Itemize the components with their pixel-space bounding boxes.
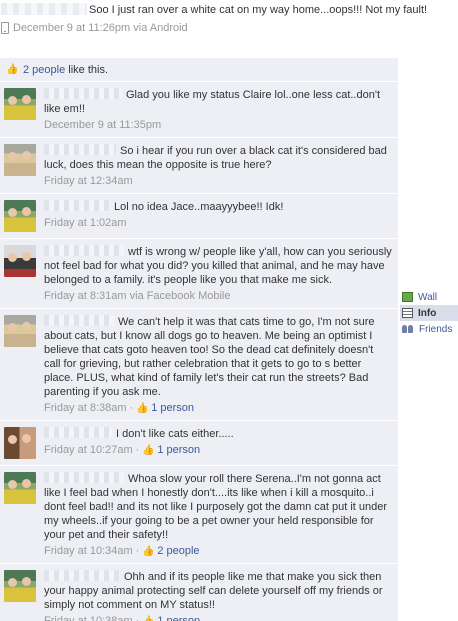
comment-meta: Friday at 8:31am via Facebook Mobile bbox=[44, 290, 392, 302]
separator-dot: · bbox=[135, 545, 140, 557]
like-thumb-icon: 👍 bbox=[6, 64, 19, 75]
comment-body: So i hear if you run over a black cat it… bbox=[44, 144, 392, 187]
profile-sidebar-nav: Wall Info Friends bbox=[400, 289, 458, 337]
status-post: Soo I just ran over a white cat on my wa… bbox=[0, 0, 458, 34]
status-timestamp[interactable]: December 9 at 11:26pm via Android bbox=[13, 22, 188, 34]
comment-meta: Friday at 8:38am · 👍 1 person bbox=[44, 402, 392, 414]
comment-message: Whoa slow your roll there Serena..I'm no… bbox=[44, 473, 388, 541]
comment-body: Ohh and if its people like me that make … bbox=[44, 570, 392, 621]
avatar[interactable] bbox=[4, 144, 36, 176]
comment-text: I don't like cats either..... bbox=[44, 427, 392, 441]
comment-text: wtf is wrong w/ people like y'all, how c… bbox=[44, 245, 392, 287]
commenter-name-redacted[interactable] bbox=[44, 472, 124, 483]
comment-meta: December 9 at 11:35pm bbox=[44, 119, 392, 131]
comment-body: I don't like cats either..... Friday at 1… bbox=[44, 427, 392, 459]
sidebar-item-wall[interactable]: Wall bbox=[400, 289, 458, 305]
comment-text: Glad you like my status Claire lol..one … bbox=[44, 88, 392, 116]
like-thumb-icon: 👍 bbox=[136, 402, 149, 414]
comment-text: So i hear if you run over a black cat it… bbox=[44, 144, 392, 172]
commenter-name-redacted[interactable] bbox=[44, 200, 110, 211]
commenter-name-redacted[interactable] bbox=[44, 315, 114, 326]
info-icon bbox=[402, 308, 413, 318]
sidebar-item-friends[interactable]: Friends bbox=[400, 321, 458, 337]
comment-likes-link[interactable]: 2 people bbox=[157, 545, 199, 557]
comment-meta: Friday at 10:27am · 👍 1 person bbox=[44, 444, 392, 456]
commenter-name-redacted[interactable] bbox=[44, 88, 122, 99]
likes-bar: 👍 2 people like this. bbox=[0, 58, 398, 81]
commenter-name-redacted[interactable] bbox=[44, 570, 120, 581]
separator-dot: · bbox=[129, 402, 134, 414]
comment-timestamp[interactable]: Friday at 10:38am bbox=[44, 615, 133, 621]
comment-likes-link[interactable]: 1 person bbox=[157, 444, 200, 456]
friends-icon bbox=[402, 324, 414, 334]
comment-text: Ohh and if its people like me that make … bbox=[44, 570, 392, 612]
status-meta: December 9 at 11:26pm via Android bbox=[1, 22, 452, 34]
avatar[interactable] bbox=[4, 427, 36, 459]
comments-list: Glad you like my status Claire lol..one … bbox=[0, 81, 398, 621]
comment-message: Lol no idea Jace..maayyybee!! Idk! bbox=[114, 201, 284, 213]
comment-message: We can't help it was that cats time to g… bbox=[44, 316, 375, 398]
separator-dot: · bbox=[135, 444, 140, 456]
status-text: Soo I just ran over a white cat on my wa… bbox=[1, 3, 452, 17]
comment-timestamp[interactable]: Friday at 10:34am bbox=[44, 545, 133, 557]
comment-timestamp[interactable]: Friday at 10:27am bbox=[44, 444, 133, 456]
comment-item: Glad you like my status Claire lol..one … bbox=[0, 81, 398, 137]
author-name-redacted bbox=[1, 3, 87, 15]
sidebar-item-label: Info bbox=[418, 307, 437, 319]
commenter-name-redacted[interactable] bbox=[44, 144, 116, 155]
likes-suffix: like this. bbox=[65, 63, 109, 76]
comment-text: We can't help it was that cats time to g… bbox=[44, 315, 392, 399]
mobile-phone-icon bbox=[1, 22, 9, 34]
comment-timestamp[interactable]: December 9 at 11:35pm bbox=[44, 119, 161, 131]
comment-meta: Friday at 12:34am bbox=[44, 175, 392, 187]
comment-item: I don't like cats either..... Friday at 1… bbox=[0, 420, 398, 465]
status-message: Soo I just ran over a white cat on my wa… bbox=[89, 4, 428, 16]
like-thumb-icon: 👍 bbox=[142, 444, 155, 456]
comment-body: Whoa slow your roll there Serena..I'm no… bbox=[44, 472, 392, 557]
comment-timestamp[interactable]: Friday at 8:38am bbox=[44, 402, 127, 414]
comment-likes-link[interactable]: 1 person bbox=[157, 615, 200, 621]
wall-icon bbox=[402, 292, 413, 302]
sidebar-item-info[interactable]: Info bbox=[400, 305, 458, 321]
comment-timestamp[interactable]: Friday at 1:02am bbox=[44, 217, 127, 229]
comment-body: wtf is wrong w/ people like y'all, how c… bbox=[44, 245, 392, 302]
separator-dot: · bbox=[135, 615, 140, 621]
avatar[interactable] bbox=[4, 472, 36, 504]
comment-timestamp[interactable]: Friday at 8:31am via Facebook Mobile bbox=[44, 290, 230, 302]
avatar[interactable] bbox=[4, 315, 36, 347]
like-thumb-icon: 👍 bbox=[142, 545, 155, 557]
comment-item: Ohh and if its people like me that make … bbox=[0, 563, 398, 621]
commenter-name-redacted[interactable] bbox=[44, 427, 112, 438]
avatar[interactable] bbox=[4, 200, 36, 232]
avatar[interactable] bbox=[4, 245, 36, 277]
comment-item: So i hear if you run over a black cat it… bbox=[0, 137, 398, 193]
comment-likes-link[interactable]: 1 person bbox=[151, 402, 194, 414]
comment-thread: 👍 2 people like this. Glad you like my s… bbox=[0, 58, 398, 621]
avatar[interactable] bbox=[4, 570, 36, 602]
comment-body: We can't help it was that cats time to g… bbox=[44, 315, 392, 414]
commenter-name-redacted[interactable] bbox=[44, 245, 124, 256]
avatar[interactable] bbox=[4, 88, 36, 120]
comment-body: Lol no idea Jace..maayyybee!! Idk! Friday… bbox=[44, 200, 392, 232]
comment-item: We can't help it was that cats time to g… bbox=[0, 308, 398, 420]
comment-meta: Friday at 10:34am · 👍 2 people bbox=[44, 545, 392, 557]
comment-item: wtf is wrong w/ people like y'all, how c… bbox=[0, 238, 398, 308]
comment-body: Glad you like my status Claire lol..one … bbox=[44, 88, 392, 131]
sidebar-item-label: Friends bbox=[419, 323, 453, 335]
comment-timestamp[interactable]: Friday at 12:34am bbox=[44, 175, 133, 187]
sidebar-item-label: Wall bbox=[418, 291, 438, 303]
comment-item: Lol no idea Jace..maayyybee!! Idk! Friday… bbox=[0, 193, 398, 238]
likes-count-link[interactable]: 2 people bbox=[23, 64, 65, 76]
comment-message: I don't like cats either..... bbox=[116, 428, 234, 440]
comment-item: Whoa slow your roll there Serena..I'm no… bbox=[0, 465, 398, 563]
comment-meta: Friday at 1:02am bbox=[44, 217, 392, 229]
comment-meta: Friday at 10:38am · 👍 1 person bbox=[44, 615, 392, 621]
comment-text: Lol no idea Jace..maayyybee!! Idk! bbox=[44, 200, 392, 214]
comment-text: Whoa slow your roll there Serena..I'm no… bbox=[44, 472, 392, 542]
like-thumb-icon: 👍 bbox=[142, 615, 155, 621]
